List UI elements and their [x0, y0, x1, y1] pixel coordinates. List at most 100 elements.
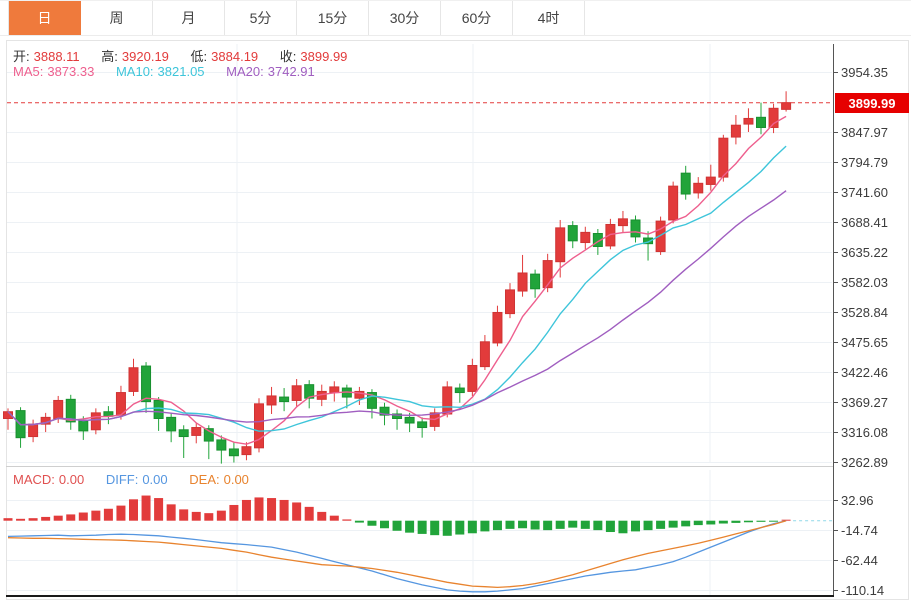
candle[interactable] [669, 186, 678, 220]
candle[interactable] [179, 430, 188, 437]
macd-bar [380, 521, 389, 529]
macd-bar [757, 521, 766, 522]
macd-bar [267, 498, 276, 521]
macd-bar [129, 499, 138, 520]
diff-line [8, 521, 786, 592]
y-axis-label: 3954.35 [841, 65, 888, 80]
y-axis-label: 3847.97 [841, 125, 888, 140]
candle[interactable] [468, 365, 477, 391]
open-value: 3888.11 [34, 49, 80, 64]
candle[interactable] [280, 397, 289, 402]
candle[interactable] [29, 424, 38, 436]
candle[interactable] [731, 125, 740, 137]
y-axis-label: 3262.89 [841, 455, 888, 470]
candle[interactable] [405, 417, 414, 423]
candle[interactable] [681, 173, 690, 194]
candle[interactable] [418, 422, 427, 428]
candle[interactable] [706, 177, 715, 184]
macd-bar [631, 521, 640, 532]
close-value: 3899.99 [300, 49, 347, 64]
candle[interactable] [618, 219, 627, 226]
macd-bar [606, 521, 615, 532]
candle[interactable] [443, 387, 452, 414]
quote-row: 开:3888.11 高:3920.19 低:3884.19 收:3899.99 [13, 46, 351, 65]
candle[interactable] [493, 312, 502, 342]
macd-bar [556, 521, 565, 529]
candle[interactable] [757, 117, 766, 127]
ma5-value: 3873.33 [47, 64, 94, 79]
macd-bar [29, 518, 38, 521]
high-label: 高: [101, 49, 118, 64]
candle[interactable] [142, 366, 151, 402]
macd-bar [192, 512, 201, 521]
macd-bar [769, 521, 778, 522]
candle[interactable] [91, 413, 100, 430]
macd-bar [79, 513, 88, 521]
macd-bar [543, 521, 552, 530]
candle[interactable] [631, 220, 640, 237]
macd-bar [91, 511, 100, 521]
candle[interactable] [480, 342, 489, 367]
macd-bar [305, 507, 314, 521]
candle[interactable] [217, 440, 226, 450]
ma-row: MA5:3873.33 MA10:3821.05 MA20:3742.91 [13, 64, 319, 79]
candle[interactable] [531, 274, 540, 289]
macd-bar [154, 498, 163, 521]
candle[interactable] [744, 118, 753, 124]
candle[interactable] [556, 228, 565, 262]
macd-bar [229, 505, 238, 521]
macd-bar [744, 521, 753, 523]
candle[interactable] [242, 447, 251, 455]
chart-canvas[interactable]: 3954.353847.973794.793741.603688.413635.… [0, 0, 911, 602]
candle[interactable] [568, 226, 577, 241]
macd-axis-label: -14.74 [841, 523, 878, 538]
y-axis-label: 3369.27 [841, 395, 888, 410]
macd-bar [280, 500, 289, 521]
macd-bar [4, 518, 13, 521]
candle[interactable] [330, 387, 339, 393]
macd-row: MACD:0.00 DIFF:0.00 DEA:0.00 [13, 472, 253, 487]
macd-bar [581, 521, 590, 529]
candle[interactable] [769, 108, 778, 127]
macd-bar [506, 521, 515, 529]
macd-bar [455, 521, 464, 535]
macd-bar [330, 516, 339, 521]
macd-bar [41, 517, 50, 521]
macd-bar [255, 497, 264, 520]
ma20-label: MA20: [226, 64, 264, 79]
macd-bar [719, 521, 728, 524]
open-label: 开: [13, 49, 30, 64]
macd-bar [593, 521, 602, 530]
macd-bar [242, 500, 251, 521]
candle[interactable] [192, 428, 201, 436]
candle[interactable] [581, 232, 590, 242]
macd-bar [694, 521, 703, 525]
candle[interactable] [154, 400, 163, 418]
candle[interactable] [455, 388, 464, 393]
candle[interactable] [719, 138, 728, 177]
candle[interactable] [518, 273, 527, 291]
candle[interactable] [167, 417, 176, 431]
candle[interactable] [543, 261, 552, 288]
y-axis-label: 3316.08 [841, 425, 888, 440]
candle[interactable] [782, 103, 791, 110]
macd-bar [568, 521, 577, 528]
macd-bar [116, 506, 125, 521]
candle[interactable] [229, 449, 238, 456]
candle[interactable] [694, 183, 703, 193]
macd-bar [367, 521, 376, 526]
candle[interactable] [54, 400, 63, 418]
candle[interactable] [506, 290, 515, 314]
ma10-value: 3821.05 [158, 64, 205, 79]
macd-bar [656, 521, 665, 529]
candle[interactable] [79, 421, 88, 431]
candle[interactable] [129, 368, 138, 392]
candle[interactable] [267, 396, 276, 405]
macd-axis-label: -62.44 [841, 553, 878, 568]
candle[interactable] [292, 386, 301, 401]
macd-bar [54, 516, 63, 521]
macd-bar [292, 502, 301, 520]
macd-bar [405, 521, 414, 533]
macd-bar [142, 496, 151, 521]
ma5-label: MA5: [13, 64, 43, 79]
